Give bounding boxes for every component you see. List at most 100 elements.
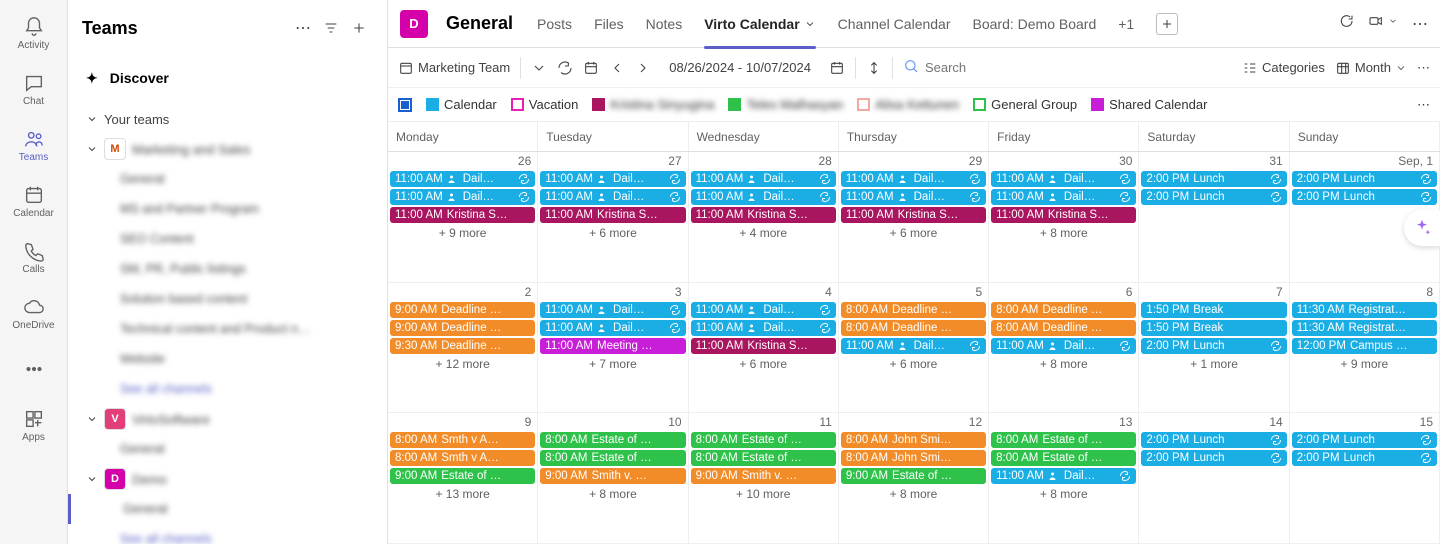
legend-more-icon[interactable]: ⋯: [1417, 97, 1430, 113]
event[interactable]: 11:00 AMDail…: [691, 320, 836, 336]
tree-channel[interactable]: General: [68, 494, 387, 524]
legend-toggle[interactable]: [398, 98, 412, 112]
legend-item[interactable]: Vacation: [511, 97, 579, 112]
rail-apps[interactable]: Apps: [0, 398, 68, 452]
tree-channel[interactable]: MS and Partner Program: [68, 194, 387, 224]
event[interactable]: 2:00 PMLunch: [1141, 432, 1286, 448]
legend-item[interactable]: Calendar: [426, 97, 497, 112]
categories-button[interactable]: Categories: [1242, 60, 1325, 76]
event[interactable]: 2:00 PMLunch: [1141, 450, 1286, 466]
event[interactable]: 8:00 AMDeadline …: [991, 302, 1136, 318]
event[interactable]: 11:00 AMDail…: [991, 189, 1136, 205]
tree-channel[interactable]: Solution based content: [68, 284, 387, 314]
more-link[interactable]: + 7 more: [538, 355, 687, 373]
rail-calendar[interactable]: Calendar: [0, 174, 68, 228]
legend-item[interactable]: Alisa Kettunen: [857, 97, 959, 112]
calendar-cell[interactable]: 108:00 AMEstate of …8:00 AMEstate of …9:…: [538, 413, 688, 544]
event[interactable]: 11:30 AMRegistrat…: [1292, 320, 1437, 336]
event[interactable]: 1:50 PMBreak: [1141, 302, 1286, 318]
event[interactable]: 8:00 AMJohn Smi…: [841, 432, 986, 448]
calendar-cell[interactable]: 811:30 AMRegistrat…11:30 AMRegistrat…12:…: [1290, 283, 1440, 414]
tree-team[interactable]: DDemo: [68, 464, 387, 494]
event[interactable]: 11:00 AMKristina S…: [991, 207, 1136, 223]
tree-channel[interactable]: Website: [68, 344, 387, 374]
calendar-cell[interactable]: 118:00 AMEstate of …8:00 AMEstate of …9:…: [689, 413, 839, 544]
calendar-cell[interactable]: 58:00 AMDeadline …8:00 AMDeadline …11:00…: [839, 283, 989, 414]
tab-channel-calendar[interactable]: Channel Calendar: [838, 0, 951, 48]
event[interactable]: 8:00 AMSmth v A…: [390, 432, 535, 448]
calendar-cell[interactable]: 411:00 AMDail…11:00 AMDail…11:00 AMKrist…: [689, 283, 839, 414]
event[interactable]: 11:00 AMDail…: [540, 171, 685, 187]
event[interactable]: 8:00 AMDeadline …: [991, 320, 1136, 336]
more-link[interactable]: + 6 more: [538, 224, 687, 242]
event[interactable]: 11:00 AMDail…: [991, 468, 1136, 484]
event[interactable]: 11:00 AMDail…: [540, 189, 685, 205]
date-picker-icon[interactable]: [829, 60, 845, 76]
tree-channel[interactable]: SEO Content: [68, 224, 387, 254]
event[interactable]: 11:00 AMDail…: [991, 338, 1136, 354]
more-link[interactable]: + 10 more: [689, 485, 838, 503]
event[interactable]: 11:00 AMDail…: [540, 320, 685, 336]
tree-team[interactable]: Your teams: [68, 104, 387, 134]
more-link[interactable]: + 9 more: [1290, 355, 1439, 373]
calendar-cell[interactable]: 71:50 PMBreak1:50 PMBreak2:00 PMLunch+ 1…: [1139, 283, 1289, 414]
legend-item[interactable]: General Group: [973, 97, 1077, 112]
legend-item[interactable]: Teles Malhasyan: [728, 97, 843, 112]
event[interactable]: 9:00 AMEstate of …: [841, 468, 986, 484]
source-chevron-icon[interactable]: [531, 60, 547, 76]
more-link[interactable]: + 12 more: [388, 355, 537, 373]
event[interactable]: 2:00 PMLunch: [1292, 432, 1437, 448]
tree-channel[interactable]: Technical content and Product n…: [68, 314, 387, 344]
event[interactable]: 12:00 PMCampus …: [1292, 338, 1437, 354]
event[interactable]: 8:00 AMEstate of …: [991, 432, 1136, 448]
toolbar-more-icon[interactable]: ⋯: [1417, 60, 1430, 76]
tree-channel[interactable]: General: [68, 164, 387, 194]
event[interactable]: 1:50 PMBreak: [1141, 320, 1286, 336]
rail-onedrive[interactable]: OneDrive: [0, 286, 68, 340]
teams-add-icon[interactable]: [345, 14, 373, 42]
event[interactable]: 9:30 AMDeadline …: [390, 338, 535, 354]
event[interactable]: 11:00 AMKristina S…: [390, 207, 535, 223]
teams-more-icon[interactable]: ⋯: [289, 14, 317, 42]
event[interactable]: 2:00 PMLunch: [1292, 189, 1437, 205]
event[interactable]: 11:30 AMRegistrat…: [1292, 302, 1437, 318]
search-input[interactable]: [925, 60, 1232, 75]
calendar-cell[interactable]: 152:00 PMLunch2:00 PMLunch: [1290, 413, 1440, 544]
event[interactable]: 11:00 AMKristina S…: [691, 338, 836, 354]
event[interactable]: 11:00 AMDail…: [540, 302, 685, 318]
calendar-cell[interactable]: 312:00 PMLunch2:00 PMLunch: [1139, 152, 1289, 283]
today-icon[interactable]: [583, 60, 599, 76]
tree-channel[interactable]: See all channels: [68, 374, 387, 404]
rail-chat[interactable]: Chat: [0, 62, 68, 116]
source-picker[interactable]: Marketing Team: [398, 60, 510, 76]
event[interactable]: 9:00 AMEstate of …: [390, 468, 535, 484]
event[interactable]: 8:00 AMEstate of …: [540, 450, 685, 466]
event[interactable]: 11:00 AMDail…: [691, 171, 836, 187]
event[interactable]: 11:00 AMKristina S…: [540, 207, 685, 223]
event[interactable]: 9:00 AMDeadline …: [390, 320, 535, 336]
expand-icon[interactable]: [866, 60, 882, 76]
event[interactable]: 2:00 PMLunch: [1141, 338, 1286, 354]
more-link[interactable]: + 1 more: [1139, 355, 1288, 373]
calendar-cell[interactable]: 2811:00 AMDail…11:00 AMDail…11:00 AMKris…: [689, 152, 839, 283]
event[interactable]: 2:00 PMLunch: [1141, 171, 1286, 187]
more-icon[interactable]: ⋯: [1412, 14, 1428, 34]
discover-button[interactable]: ✦ Discover: [68, 56, 387, 100]
more-link[interactable]: + 9 more: [388, 224, 537, 242]
calendar-cell[interactable]: 128:00 AMJohn Smi…8:00 AMJohn Smi…9:00 A…: [839, 413, 989, 544]
tab-files[interactable]: Files: [594, 0, 624, 48]
meet-icon[interactable]: [1368, 13, 1398, 34]
event[interactable]: 8:00 AMDeadline …: [841, 320, 986, 336]
event[interactable]: 8:00 AMEstate of …: [540, 432, 685, 448]
more-link[interactable]: + 8 more: [989, 224, 1138, 242]
event[interactable]: 9:00 AMSmith v. …: [540, 468, 685, 484]
legend-item[interactable]: Kristina Sinyugina: [592, 97, 714, 112]
rail-calls[interactable]: Calls: [0, 230, 68, 284]
next-icon[interactable]: [635, 60, 651, 76]
calendar-cell[interactable]: 3011:00 AMDail…11:00 AMDail…11:00 AMKris…: [989, 152, 1139, 283]
event[interactable]: 11:00 AMDail…: [390, 171, 535, 187]
event[interactable]: 11:00 AMDail…: [390, 189, 535, 205]
more-link[interactable]: + 6 more: [839, 224, 988, 242]
tab-board-demo-board[interactable]: Board: Demo Board: [973, 0, 1097, 48]
teams-filter-icon[interactable]: [317, 14, 345, 42]
